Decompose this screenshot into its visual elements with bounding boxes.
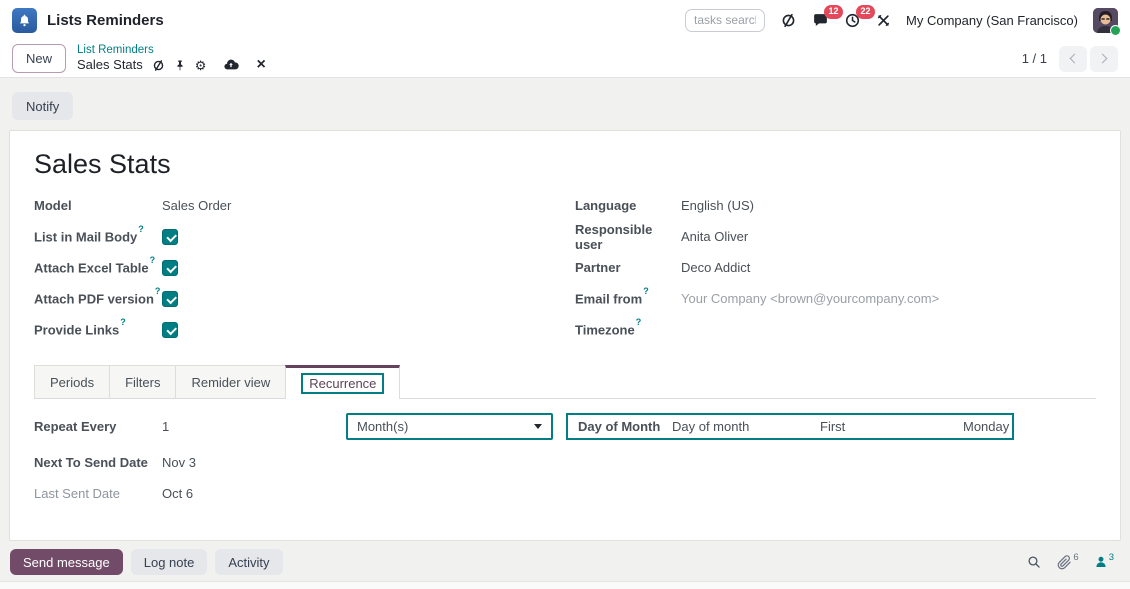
pager-count: 1 / 1: [1021, 51, 1047, 66]
field-language: Language English (US): [575, 198, 754, 213]
next-send-date-row: Next To Send Date Nov 3: [34, 455, 196, 470]
tab-recurrence[interactable]: Recurrence: [285, 365, 401, 399]
repeat-every-value[interactable]: 1: [162, 419, 346, 434]
field-model: Model Sales Order: [34, 198, 232, 213]
field-provide-links: Provide Links?: [34, 317, 575, 339]
help-icon: ?: [149, 255, 156, 266]
field-list-in-mail-body: List in Mail Body?: [34, 224, 575, 246]
main-content: Notify Sales Stats Model Sales Order Lis…: [0, 78, 1130, 589]
activities-clock-icon[interactable]: 22: [844, 4, 876, 29]
log-note-button[interactable]: Log note: [130, 549, 208, 575]
help-icon: ?: [154, 286, 161, 297]
email-from-value[interactable]: Your Company <brown@yourcompany.com>: [681, 291, 939, 306]
new-button[interactable]: New: [12, 44, 67, 73]
notify-button[interactable]: Notify: [12, 92, 74, 120]
notebook-tabs: Periods Filters Remider view Recurrence: [34, 365, 1096, 399]
top-navbar: Lists Reminders 12 22 My Company (San Fr…: [0, 0, 1130, 40]
form-sheet: Sales Stats Model Sales Order List in Ma…: [9, 130, 1121, 541]
last-sent-date-value[interactable]: Oct 6: [162, 486, 193, 501]
weekday-select[interactable]: Monday: [963, 419, 1009, 434]
debug-tools-icon[interactable]: [876, 13, 891, 28]
recurrence-pane: Repeat Every 1 Month(s) Day of Month Day…: [34, 399, 1096, 503]
partner-value[interactable]: Deco Addict: [681, 260, 750, 275]
followers-count: 3: [1108, 552, 1114, 563]
online-status-dot: [1110, 24, 1121, 36]
gear-icon[interactable]: ⚙: [195, 59, 207, 72]
app-title: Lists Reminders: [47, 11, 164, 29]
last-sent-date-row: Last Sent Date Oct 6: [34, 486, 194, 501]
activities-badge: 22: [856, 4, 876, 19]
list-in-mail-body-checkbox[interactable]: [162, 228, 178, 245]
tab-periods[interactable]: Periods: [34, 365, 111, 398]
record-title[interactable]: Sales Stats: [34, 149, 1096, 180]
control-panel: New List Reminders Sales Stats ⚙ × 1 / 1: [0, 40, 1130, 78]
language-value[interactable]: English (US): [681, 198, 754, 213]
search-messages-icon[interactable]: [1026, 554, 1042, 570]
record-dirty-icon[interactable]: [152, 59, 165, 72]
help-icon: ?: [138, 224, 144, 235]
messages-badge: 12: [824, 4, 844, 19]
pager-previous-button[interactable]: [1059, 45, 1087, 72]
pager-next-button[interactable]: [1090, 45, 1118, 72]
chevron-down-icon: [534, 424, 542, 429]
breadcrumb-parent-link[interactable]: List Reminders: [77, 44, 266, 57]
field-email-from: Email from? Your Company <brown@yourcomp…: [575, 286, 940, 307]
activity-button[interactable]: Activity: [215, 549, 283, 575]
day-of-month-group: Day of Month Day of month First Monday: [566, 413, 1014, 440]
day-of-month-select[interactable]: Day of month: [672, 419, 820, 434]
help-icon: ?: [120, 317, 126, 328]
field-responsible-user: Responsible user Anita Oliver: [575, 221, 749, 252]
statusbar: Notify: [0, 78, 1130, 130]
pin-icon[interactable]: [174, 59, 186, 72]
bottom-strip: [0, 581, 1130, 589]
tab-filters[interactable]: Filters: [109, 365, 177, 398]
fields-left-column: Model Sales Order List in Mail Body? Att…: [34, 196, 575, 351]
field-partner: Partner Deco Addict: [575, 260, 751, 275]
field-attach-excel-table: Attach Excel Table?: [34, 255, 575, 277]
help-icon: ?: [635, 317, 642, 328]
chatter-tools: 6 3: [1026, 551, 1120, 570]
interval-unit-select[interactable]: Month(s): [346, 413, 553, 440]
save-cloud-icon[interactable]: [223, 58, 240, 72]
pager: 1 / 1: [1021, 45, 1118, 72]
odoo-window: Lists Reminders 12 22 My Company (San Fr…: [0, 0, 1130, 589]
field-timezone: Timezone?: [575, 317, 642, 338]
company-switcher[interactable]: My Company (San Francisco): [906, 13, 1078, 28]
app-bell-icon[interactable]: [12, 7, 37, 33]
systray: 12 22 My Company (San Francisco): [685, 4, 1121, 36]
attach-excel-table-checkbox[interactable]: [162, 259, 178, 276]
responsible-user-value[interactable]: Anita Oliver: [681, 229, 748, 244]
help-icon: ?: [643, 286, 649, 297]
provide-links-checkbox[interactable]: [162, 321, 178, 338]
attachments-count: 6: [1073, 551, 1079, 563]
next-send-date-value[interactable]: Nov 3: [162, 455, 196, 470]
attach-pdf-version-checkbox[interactable]: [162, 290, 178, 307]
send-message-button[interactable]: Send message: [10, 549, 123, 575]
field-attach-pdf-version: Attach PDF version?: [34, 286, 575, 308]
repeat-every-row: Repeat Every 1 Month(s) Day of Month Day…: [34, 413, 1096, 440]
tab-remider-view[interactable]: Remider view: [175, 365, 287, 398]
followers-icon[interactable]: 3: [1094, 552, 1114, 569]
user-menu[interactable]: [1093, 7, 1121, 36]
breadcrumb-current: Sales Stats: [77, 56, 143, 72]
model-value[interactable]: Sales Order: [162, 198, 231, 213]
presence-refresh-icon[interactable]: [780, 12, 797, 29]
messages-icon[interactable]: 12: [812, 4, 844, 29]
discard-icon[interactable]: ×: [256, 57, 265, 73]
breadcrumb: List Reminders Sales Stats ⚙ ×: [77, 44, 266, 73]
tasks-search-input[interactable]: [685, 8, 766, 32]
chatter-bar: Send message Log note Activity 6 3: [0, 541, 1130, 581]
fields-right-column: Language English (US) Responsible user A…: [575, 196, 1096, 351]
week-position-select[interactable]: First: [820, 419, 963, 434]
attachments-icon[interactable]: 6: [1057, 551, 1079, 570]
